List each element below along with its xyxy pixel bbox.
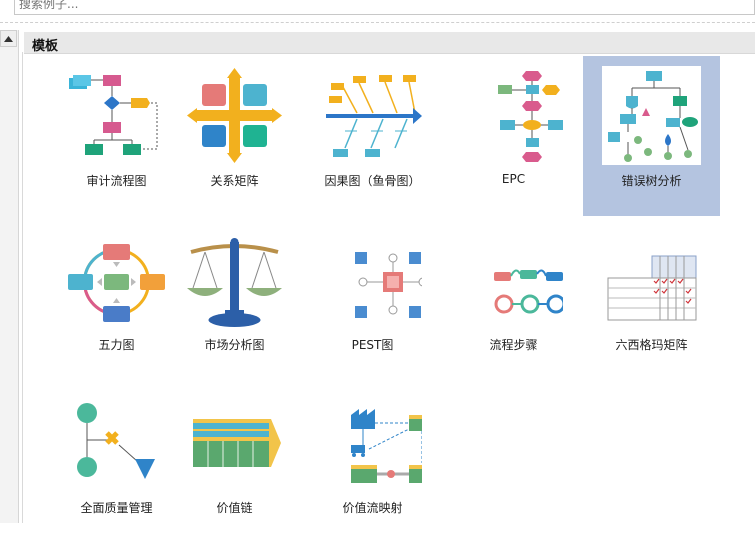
template-value-stream-map[interactable]: 价值流映射 bbox=[304, 383, 441, 543]
template-label: EPC bbox=[501, 172, 526, 186]
epc-diagram-icon bbox=[498, 71, 563, 162]
template-five-forces[interactable]: 五力图 bbox=[48, 220, 185, 380]
template-label: 因果图（鱼骨图） bbox=[324, 174, 421, 188]
divider bbox=[0, 22, 755, 23]
pest-diagram-icon bbox=[355, 252, 422, 318]
section-header: 模板 bbox=[24, 32, 755, 54]
fishbone-diagram-icon bbox=[326, 75, 422, 157]
section-title: 模板 bbox=[32, 39, 59, 54]
template-value-chain[interactable]: 价值链 bbox=[166, 383, 303, 543]
six-sigma-matrix-icon bbox=[607, 255, 697, 321]
template-six-sigma-matrix[interactable]: 六西格玛矩阵 bbox=[583, 220, 720, 380]
search-box[interactable] bbox=[14, 0, 755, 15]
template-label: 错误树分析 bbox=[621, 174, 682, 188]
scrollbar[interactable] bbox=[0, 30, 19, 523]
template-label: 价值链 bbox=[216, 501, 253, 515]
template-fishbone[interactable]: 因果图（鱼骨图） bbox=[304, 56, 441, 216]
search-input[interactable] bbox=[15, 0, 754, 14]
template-audit-flowchart[interactable]: 审计流程图 bbox=[48, 56, 185, 216]
template-label: PEST图 bbox=[351, 338, 394, 352]
template-label: 五力图 bbox=[98, 338, 135, 352]
five-forces-icon bbox=[68, 244, 165, 322]
value-stream-map-icon bbox=[351, 409, 422, 483]
template-fault-tree[interactable]: 错误树分析 bbox=[583, 56, 720, 216]
template-pest[interactable]: PEST图 bbox=[304, 220, 441, 380]
tqm-diagram-icon bbox=[77, 403, 155, 479]
audit-flowchart-icon bbox=[69, 75, 158, 155]
template-tqm[interactable]: 全面质量管理 bbox=[48, 383, 185, 543]
value-chain-icon bbox=[193, 419, 281, 467]
arrow-up-icon bbox=[4, 35, 13, 42]
template-label: 六西格玛矩阵 bbox=[615, 338, 688, 352]
scroll-up-button[interactable] bbox=[0, 30, 17, 47]
market-scale-icon bbox=[187, 238, 282, 327]
template-relation-matrix[interactable]: 关系矩阵 bbox=[166, 56, 303, 216]
relation-matrix-icon bbox=[187, 68, 282, 163]
template-market-analysis[interactable]: 市场分析图 bbox=[166, 220, 303, 380]
fault-tree-icon bbox=[602, 66, 701, 165]
template-label: 流程步骤 bbox=[489, 338, 538, 352]
template-epc[interactable]: EPC bbox=[445, 56, 582, 216]
template-process-steps[interactable]: 流程步骤 bbox=[445, 220, 582, 380]
process-steps-icon bbox=[494, 269, 563, 314]
template-label: 全面质量管理 bbox=[80, 501, 153, 515]
panel-border bbox=[22, 52, 23, 523]
template-label: 审计流程图 bbox=[86, 174, 147, 188]
template-label: 价值流映射 bbox=[342, 501, 403, 515]
template-label: 关系矩阵 bbox=[210, 174, 259, 188]
template-label: 市场分析图 bbox=[204, 338, 265, 352]
